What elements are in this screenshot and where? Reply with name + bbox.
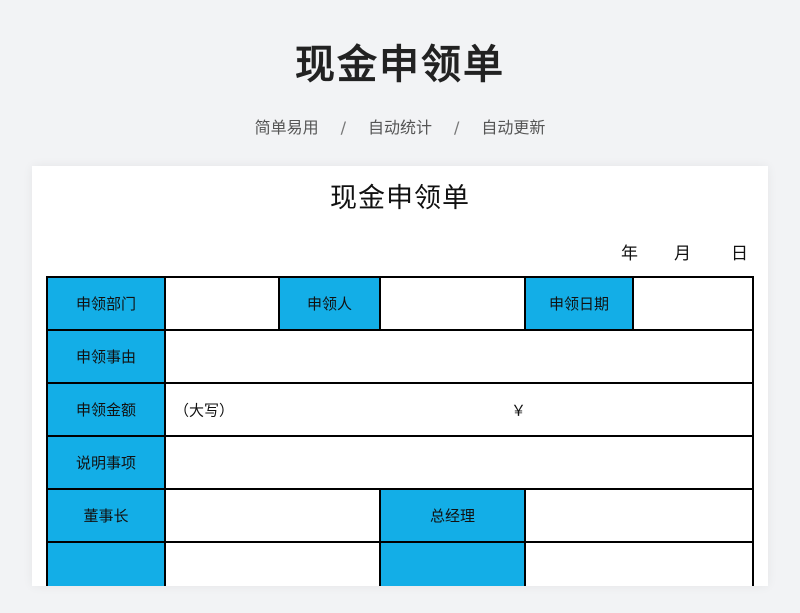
- next-row-field[interactable]: [164, 541, 381, 586]
- tag-auto-update: 自动更新: [481, 118, 546, 137]
- dept-field[interactable]: [164, 276, 280, 331]
- chairman-label: 董事长: [46, 488, 166, 543]
- gm-signature-field[interactable]: [524, 488, 754, 543]
- tag-easy: 简单易用: [254, 118, 319, 137]
- date-day-label: 日: [731, 244, 748, 264]
- apply-date-label: 申领日期: [524, 276, 634, 331]
- table-row: 董事长 总经理: [46, 488, 754, 543]
- apply-date-field[interactable]: [632, 276, 754, 331]
- amount-field[interactable]: （大写） ￥: [164, 382, 754, 437]
- document-title: 现金申领单: [330, 183, 470, 214]
- next-row-label: [46, 541, 166, 586]
- chairman-signature-field[interactable]: [164, 488, 381, 543]
- reason-label: 申领事由: [46, 329, 166, 384]
- date-month-label: 月: [674, 244, 691, 264]
- form-sheet: 现金申领单 年月日 申领部门 申领人 申领日期 申领事由 申领金额 （大写） ￥…: [32, 166, 768, 586]
- feature-tags: 简单易用 / 自动统计 / 自动更新: [0, 114, 800, 138]
- table-row: 说明事项: [46, 435, 754, 490]
- notes-field[interactable]: [164, 435, 754, 490]
- table-row: [46, 541, 754, 586]
- dept-label: 申领部门: [46, 276, 166, 331]
- tag-separator: /: [454, 118, 460, 137]
- table-row: 申领部门 申领人 申领日期: [46, 276, 754, 331]
- amount-caps-text: （大写）: [174, 401, 235, 419]
- tag-separator: /: [340, 118, 346, 137]
- requisition-table: 申领部门 申领人 申领日期 申领事由 申领金额 （大写） ￥ 说明事项 董事长 …: [46, 276, 754, 586]
- tag-auto-stats: 自动统计: [367, 118, 432, 137]
- date-year-label: 年: [621, 244, 638, 264]
- applicant-field[interactable]: [379, 276, 526, 331]
- gm-label: 总经理: [379, 488, 526, 543]
- amount-label: 申领金额: [46, 382, 166, 437]
- notes-label: 说明事项: [46, 435, 166, 490]
- reason-field[interactable]: [164, 329, 754, 384]
- page-title: 现金申领单: [295, 42, 505, 88]
- table-row: 申领事由: [46, 329, 754, 384]
- next-row-label: [379, 541, 526, 586]
- table-row: 申领金额 （大写） ￥: [46, 382, 754, 437]
- yen-sign: ￥: [511, 401, 527, 419]
- next-row-field[interactable]: [524, 541, 754, 586]
- date-line: 年月日: [621, 239, 748, 264]
- applicant-label: 申领人: [278, 276, 381, 331]
